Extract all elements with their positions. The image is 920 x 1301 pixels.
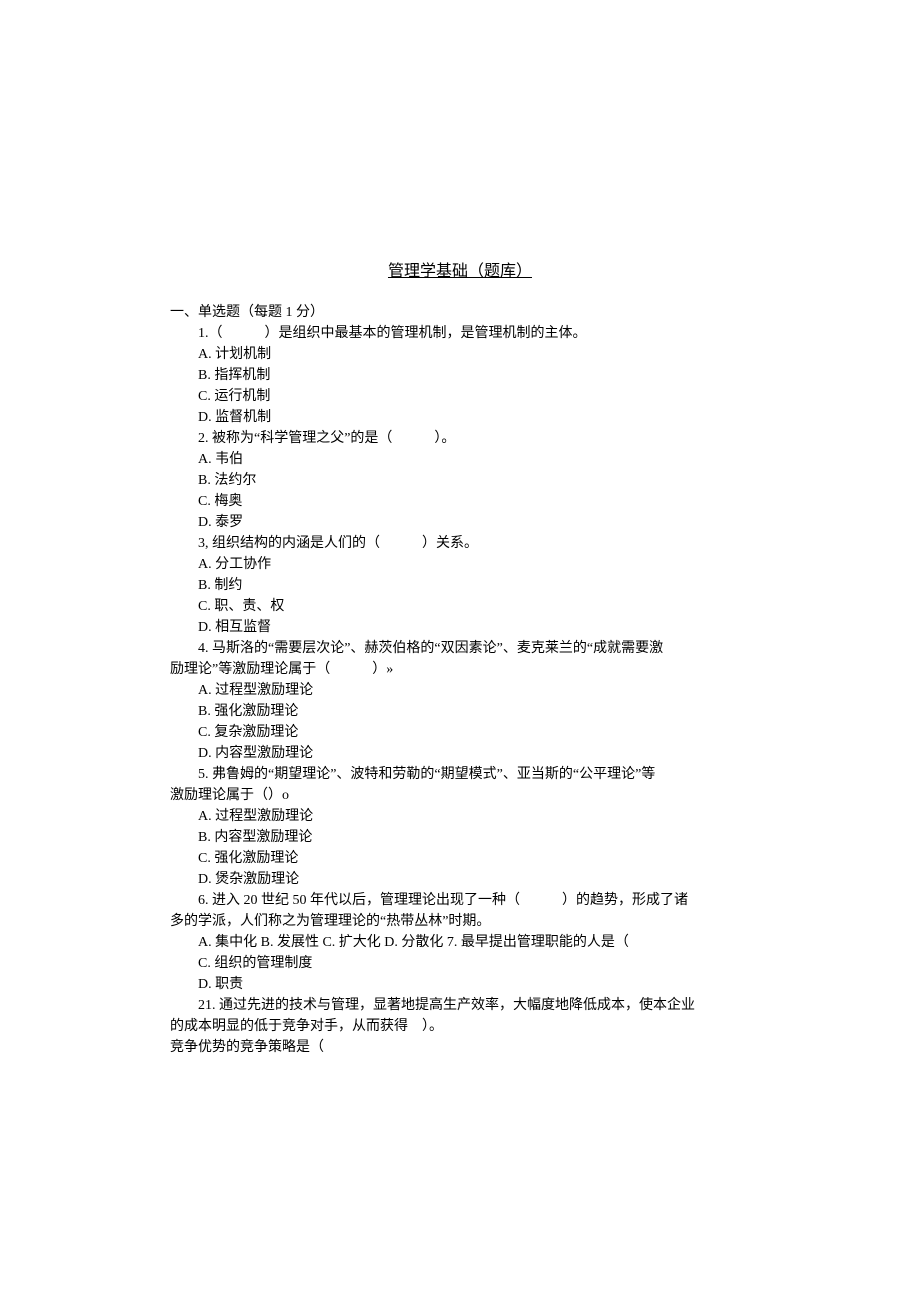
question-21-line2: 的成本明显的低于竞争对手，从而获得 ）。 bbox=[170, 1016, 750, 1037]
question-6-line1: 6. 进入 20 世纪 50 年代以后，管理理论出现了一种（ ）的趋势，形成了诸 bbox=[170, 890, 750, 911]
q2-option-d: D. 泰罗 bbox=[170, 512, 750, 533]
q5-option-d: D. 煲杂激励理论 bbox=[170, 869, 750, 890]
q1-option-a: A. 计划机制 bbox=[170, 344, 750, 365]
q1-option-b: B. 指挥机制 bbox=[170, 365, 750, 386]
q5-option-c: C. 强化激励理论 bbox=[170, 848, 750, 869]
q4-option-b: B. 强化激励理论 bbox=[170, 701, 750, 722]
q4-option-d: D. 内容型激励理论 bbox=[170, 743, 750, 764]
q2-option-b: B. 法约尔 bbox=[170, 470, 750, 491]
q7-option-c: C. 组织的管理制度 bbox=[170, 953, 750, 974]
question-6-line2: 多的学派，人们称之为管理理论的“热带丛林”时期。 bbox=[170, 911, 750, 932]
q3-option-a: A. 分工协作 bbox=[170, 554, 750, 575]
question-4-line2: 励理论”等激励理论属于（ ）» bbox=[170, 659, 750, 680]
section-heading: 一、单选题（每题 1 分） bbox=[170, 302, 750, 323]
question-5-line1: 5. 弗鲁姆的“期望理论”、波特和劳勒的“期望模式”、亚当斯的“公平理论”等 bbox=[170, 764, 750, 785]
q3-option-c: C. 职、责、权 bbox=[170, 596, 750, 617]
question-21-line3: 竞争优势的竞争策略是（ bbox=[170, 1037, 750, 1058]
q2-option-a: A. 韦伯 bbox=[170, 449, 750, 470]
document-page: 管理学基础（题库） 一、单选题（每题 1 分） 1.（ ）是组织中最基本的管理机… bbox=[0, 0, 920, 1158]
q3-option-b: B. 制约 bbox=[170, 575, 750, 596]
q1-option-d: D. 监督机制 bbox=[170, 407, 750, 428]
q4-option-a: A. 过程型激励理论 bbox=[170, 680, 750, 701]
q5-option-a: A. 过程型激励理论 bbox=[170, 806, 750, 827]
q3-option-d: D. 相互监督 bbox=[170, 617, 750, 638]
question-1: 1.（ ）是组织中最基本的管理机制，是管理机制的主体。 bbox=[170, 323, 750, 344]
q6-options-and-q7: A. 集中化 B. 发展性 C. 扩大化 D. 分散化 7. 最早提出管理职能的… bbox=[170, 932, 750, 953]
q4-option-c: C. 复杂激励理论 bbox=[170, 722, 750, 743]
question-5-line2: 激励理论属于（）o bbox=[170, 785, 750, 806]
question-3: 3, 组织结构的内涵是人们的（ ）关系。 bbox=[170, 533, 750, 554]
q1-option-c: C. 运行机制 bbox=[170, 386, 750, 407]
question-4-line1: 4. 马斯洛的“需要层次论”、赫茨伯格的“双因素论”、麦克莱兰的“成就需要激 bbox=[170, 638, 750, 659]
q5-option-b: B. 内容型激励理论 bbox=[170, 827, 750, 848]
page-title: 管理学基础（题库） bbox=[170, 260, 750, 284]
q7-option-d: D. 职责 bbox=[170, 974, 750, 995]
question-21-line1: 21. 通过先进的技术与管理，显著地提高生产效率，大幅度地降低成本，使本企业 bbox=[170, 995, 750, 1016]
question-2: 2. 被称为“科学管理之父”的是（ ）。 bbox=[170, 428, 750, 449]
q2-option-c: C. 梅奥 bbox=[170, 491, 750, 512]
